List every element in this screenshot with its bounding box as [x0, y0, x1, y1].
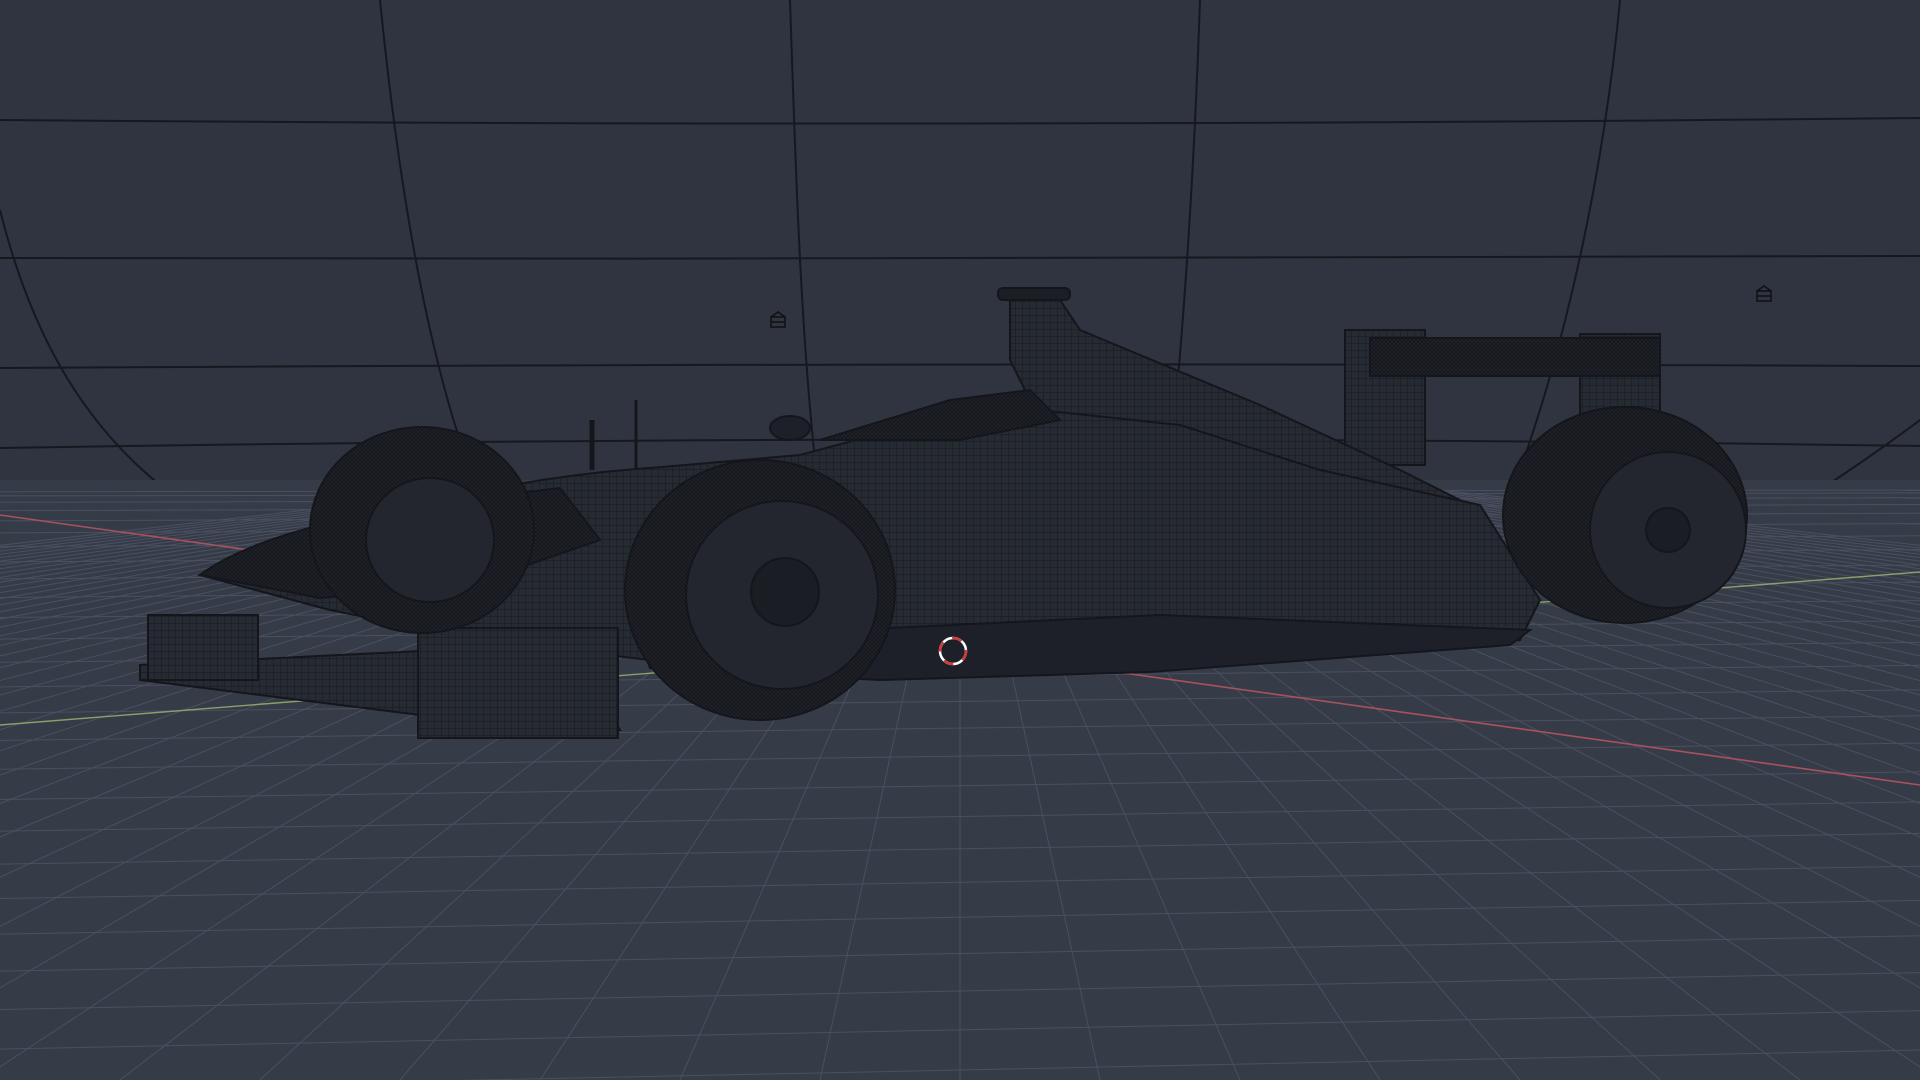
front-right-wheel: [624, 459, 896, 721]
3d-viewport[interactable]: [0, 0, 1920, 1080]
viewport-canvas[interactable]: [0, 0, 1920, 1080]
airbox-intake: [997, 287, 1071, 301]
rear-right-wheel: [1502, 406, 1748, 624]
front-left-wheel: [309, 426, 535, 634]
